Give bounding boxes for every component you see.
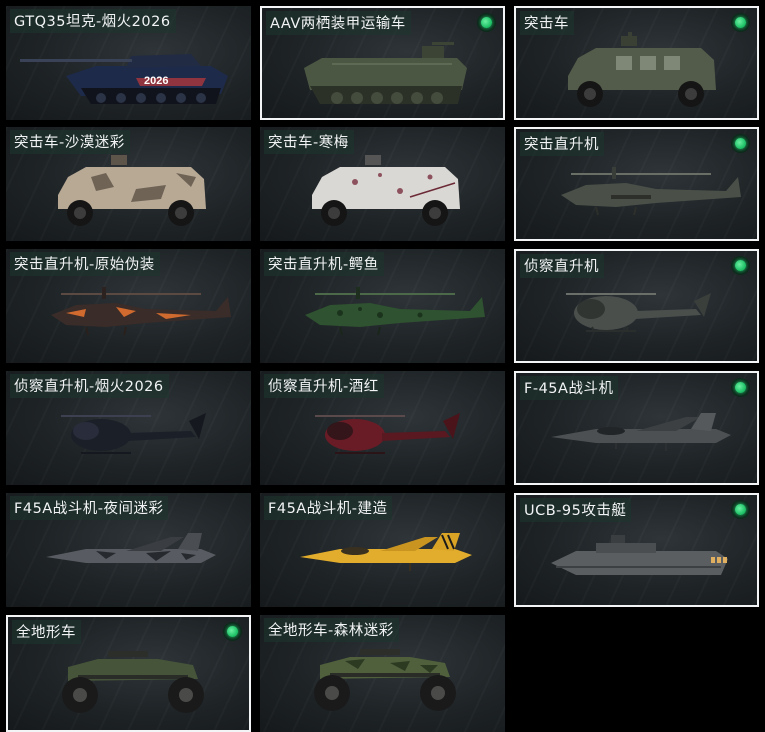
vehicle-grid: GTQ35坦克-烟火2026 2026 AAV两栖装甲运输车 突击车 突击车-沙… <box>0 0 765 732</box>
amphibious-vehicle-icon <box>304 42 467 104</box>
owned-indicator <box>731 256 750 275</box>
scout-helicopter-icon <box>566 293 711 332</box>
vehicle-name: 侦察直升机-酒红 <box>264 374 384 398</box>
atv-icon <box>62 651 204 713</box>
vehicle-name: 突击车-沙漠迷彩 <box>10 130 130 154</box>
vehicle-card-aav[interactable]: AAV两栖装甲运输车 <box>260 6 505 120</box>
vehicle-card-atv[interactable]: 全地形车 <box>6 615 251 732</box>
vehicle-card-atv-forest[interactable]: 全地形车-森林迷彩 <box>260 615 505 732</box>
vehicle-name: AAV两栖装甲运输车 <box>266 11 411 35</box>
owned-indicator <box>477 13 496 32</box>
vehicle-card-attack-helicopter-croc[interactable]: 突击直升机-鳄鱼 <box>260 249 505 363</box>
vehicle-name: F45A战斗机-建造 <box>264 496 393 520</box>
vehicle-card-attack-helicopter[interactable]: 突击直升机 <box>514 127 759 241</box>
fighter-jet-build-icon <box>300 533 472 571</box>
vehicle-name: UCB-95攻击艇 <box>520 498 632 522</box>
fighter-jet-icon <box>551 413 731 451</box>
atv-forest-icon <box>314 649 456 711</box>
assault-car-icon <box>568 32 716 107</box>
scout-helicopter-fireworks-icon <box>61 413 206 454</box>
vehicle-name: 全地形车-森林迷彩 <box>264 618 399 642</box>
vehicle-card-scout-helicopter[interactable]: 侦察直升机 <box>514 249 759 363</box>
assault-car-desert-icon <box>58 155 206 226</box>
vehicle-name: 突击车-寒梅 <box>264 130 354 154</box>
vehicle-name: 突击直升机 <box>520 132 604 156</box>
vehicle-card-assault-car[interactable]: 突击车 <box>514 6 759 120</box>
vehicle-card-scout-helicopter-fireworks[interactable]: 侦察直升机-烟火2026 <box>6 371 251 485</box>
vehicle-card-fighter-jet-night[interactable]: F45A战斗机-夜间迷彩 <box>6 493 251 607</box>
vehicle-card-attack-boat[interactable]: UCB-95攻击艇 <box>514 493 759 607</box>
vehicle-card-assault-car-plum[interactable]: 突击车-寒梅 <box>260 127 505 241</box>
vehicle-name: 全地形车 <box>12 620 81 644</box>
vehicle-name: F-45A战斗机 <box>520 376 619 400</box>
fighter-jet-night-icon <box>46 533 216 571</box>
owned-indicator <box>223 622 242 641</box>
vehicle-card-attack-helicopter-primal[interactable]: 突击直升机-原始伪装 <box>6 249 251 363</box>
vehicle-name: 侦察直升机-烟火2026 <box>10 374 169 398</box>
vehicle-card-assault-car-desert[interactable]: 突击车-沙漠迷彩 <box>6 127 251 241</box>
vehicle-card-gtq35-fireworks[interactable]: GTQ35坦克-烟火2026 2026 <box>6 6 251 120</box>
vehicle-name: 突击直升机-原始伪装 <box>10 252 160 276</box>
vehicle-name: GTQ35坦克-烟火2026 <box>10 9 176 33</box>
vehicle-name: 侦察直升机 <box>520 254 604 278</box>
attack-helicopter-croc-icon <box>305 287 485 336</box>
vehicle-name: F45A战斗机-夜间迷彩 <box>10 496 169 520</box>
vehicle-card-fighter-jet-build[interactable]: F45A战斗机-建造 <box>260 493 505 607</box>
tank-icon: 2026 <box>20 54 228 104</box>
attack-helicopter-icon <box>561 167 741 216</box>
assault-car-plum-icon <box>312 155 460 226</box>
scout-helicopter-wine-icon <box>315 413 460 454</box>
vehicle-card-fighter-jet[interactable]: F-45A战斗机 <box>514 371 759 485</box>
attack-boat-icon <box>551 535 728 575</box>
attack-helicopter-primal-icon <box>51 287 231 336</box>
vehicle-card-scout-helicopter-wine[interactable]: 侦察直升机-酒红 <box>260 371 505 485</box>
owned-indicator <box>731 378 750 397</box>
owned-indicator <box>731 134 750 153</box>
owned-indicator <box>731 500 750 519</box>
owned-indicator <box>731 13 750 32</box>
vehicle-name: 突击车 <box>520 11 574 35</box>
vehicle-name: 突击直升机-鳄鱼 <box>264 252 384 276</box>
svg-text:2026: 2026 <box>144 75 168 87</box>
